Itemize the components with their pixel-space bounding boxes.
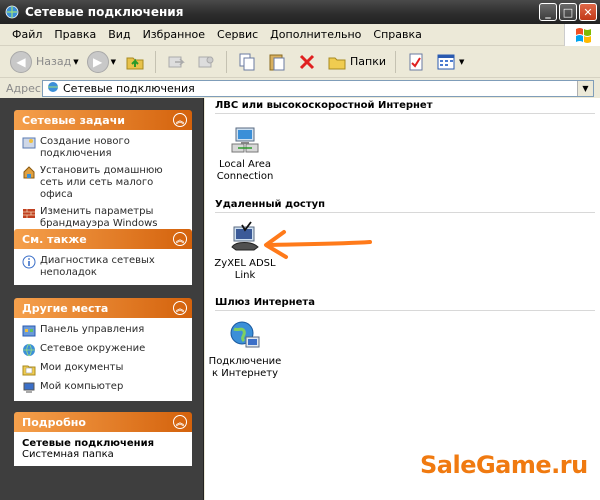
see-also-panel: См. также ︽ Диагностика сетевых неполадо… [14, 229, 192, 285]
task-home-network[interactable]: Установить домашнюю сеть или сеть малого… [22, 165, 184, 201]
menu-help[interactable]: Справка [367, 28, 427, 41]
toolbar-separator [226, 50, 227, 73]
chevron-down-icon[interactable]: ▼ [577, 80, 593, 96]
title-bar[interactable]: Сетевые подключения _ □ ✕ [0, 0, 600, 24]
content-area: ЛВС или высокоскоростной Интернет Local … [205, 98, 600, 500]
group-header-lan: ЛВС или высокоскоростной Интернет [215, 100, 595, 114]
menu-tools[interactable]: Сервис [211, 28, 264, 41]
network-connections-icon [4, 4, 20, 20]
back-arrow-icon: ◀ [10, 50, 32, 73]
internet-gateway-icon [228, 319, 262, 353]
internet-gateway-item[interactable]: Подключение к Интернету [205, 319, 285, 380]
forward-button[interactable]: ▶ ▼ [83, 49, 120, 75]
toolbar-separator [395, 50, 396, 73]
dialup-connection-icon [228, 221, 262, 255]
collapse-chevron-icon[interactable]: ︽ [173, 301, 187, 315]
watermark-text: SaleGame.ru [420, 451, 588, 479]
details-type: Системная папка [22, 449, 114, 460]
address-value: Сетевые подключения [63, 81, 195, 95]
task-pane: Сетевые задачи ︽ Создание нового подключ… [0, 98, 204, 500]
firewall-icon [22, 206, 36, 220]
task-network-diagnostics[interactable]: Диагностика сетевых неполадок [22, 255, 184, 279]
zyxel-adsl-link-label: ZyXEL ADSL Link [214, 258, 276, 281]
forward-arrow-icon: ▶ [86, 50, 109, 73]
panel-header[interactable]: Подробно ︽ [14, 412, 192, 432]
chevron-down-icon: ▼ [110, 57, 116, 66]
explorer-window: Сетевые подключения _ □ ✕ Файл Правка Ви… [0, 0, 600, 500]
details-panel: Подробно ︽ Сетевые подключения Системная… [14, 412, 192, 466]
minimize-button[interactable]: _ [539, 3, 557, 21]
lan-connection-label: Local Area Connection [216, 159, 274, 182]
copy-button[interactable] [232, 49, 262, 75]
home-network-icon [22, 165, 36, 179]
panel-header[interactable]: Другие места ︽ [14, 298, 192, 318]
properties-button[interactable] [401, 49, 431, 75]
internet-gateway-label: Подключение к Интернету [208, 356, 282, 379]
toolbar: ◀ Назад ▼ ▶ ▼ Папки ▼ [0, 46, 600, 78]
checklist-icon [405, 51, 427, 73]
menu-file[interactable]: Файл [6, 28, 48, 41]
lan-connection-item[interactable]: Local Area Connection [205, 122, 285, 183]
menu-bar: Файл Правка Вид Избранное Сервис Дополни… [0, 24, 600, 46]
menu-edit[interactable]: Правка [48, 28, 102, 41]
menu-view[interactable]: Вид [102, 28, 136, 41]
chevron-down-icon: ▼ [73, 57, 79, 66]
place-control-panel[interactable]: Панель управления [22, 324, 184, 338]
place-network-neighborhood[interactable]: Сетевое окружение [22, 343, 184, 357]
copy-to-icon [195, 51, 217, 73]
views-grid-icon [435, 51, 457, 73]
folders-button[interactable]: Папки [322, 49, 390, 75]
back-button[interactable]: ◀ Назад ▼ [6, 49, 83, 75]
documents-folder-icon [22, 362, 36, 376]
folder-icon [326, 51, 348, 73]
other-places-panel: Другие места ︽ Панель управления Сетевое… [14, 298, 192, 401]
address-label: Адрес: [6, 81, 45, 95]
collapse-chevron-icon[interactable]: ︽ [173, 232, 187, 246]
annotation-arrow-icon [264, 230, 372, 259]
place-my-computer[interactable]: Мой компьютер [22, 381, 184, 395]
copy-icon [236, 51, 258, 73]
task-create-connection[interactable]: Создание нового подключения [22, 136, 184, 160]
panel-header[interactable]: Сетевые задачи ︽ [14, 110, 192, 130]
control-panel-icon [22, 324, 36, 338]
group-header-gateway: Шлюз Интернета [215, 297, 595, 311]
copy-to-button[interactable] [191, 49, 221, 75]
window-title: Сетевые подключения [25, 5, 184, 19]
collapse-chevron-icon[interactable]: ︽ [173, 113, 187, 127]
panel-header[interactable]: См. также ︽ [14, 229, 192, 249]
views-button[interactable]: ▼ [431, 49, 468, 75]
delete-x-icon [296, 51, 318, 73]
task-firewall-settings[interactable]: Изменить параметры брандмауэра Windows [22, 206, 184, 230]
menu-advanced[interactable]: Дополнительно [264, 28, 367, 41]
new-connection-icon [22, 136, 36, 150]
windows-logo-icon [564, 24, 600, 46]
lan-connection-icon [228, 122, 262, 156]
network-globe-icon [22, 343, 36, 357]
paste-icon [266, 51, 288, 73]
info-icon [22, 255, 36, 269]
paste-button[interactable] [262, 49, 292, 75]
menu-favorites[interactable]: Избранное [137, 28, 211, 41]
move-to-icon [165, 51, 187, 73]
place-my-documents[interactable]: Мои документы [22, 362, 184, 376]
up-button[interactable] [120, 49, 150, 75]
details-name: Сетевые подключения [22, 438, 155, 449]
network-connections-icon [47, 81, 59, 96]
group-header-dialup: Удаленный доступ [215, 199, 595, 213]
collapse-chevron-icon[interactable]: ︽ [173, 415, 187, 429]
computer-icon [22, 381, 36, 395]
folder-up-icon [124, 51, 146, 73]
chevron-down-icon: ▼ [459, 57, 465, 66]
delete-button[interactable] [292, 49, 322, 75]
move-to-button[interactable] [161, 49, 191, 75]
toolbar-separator [155, 50, 156, 73]
address-input[interactable]: Сетевые подключения ▼ [42, 79, 594, 97]
address-bar: Адрес: Сетевые подключения ▼ [0, 78, 600, 98]
maximize-button[interactable]: □ [559, 3, 577, 21]
network-tasks-panel: Сетевые задачи ︽ Создание нового подключ… [14, 110, 192, 236]
close-button[interactable]: ✕ [579, 3, 597, 21]
